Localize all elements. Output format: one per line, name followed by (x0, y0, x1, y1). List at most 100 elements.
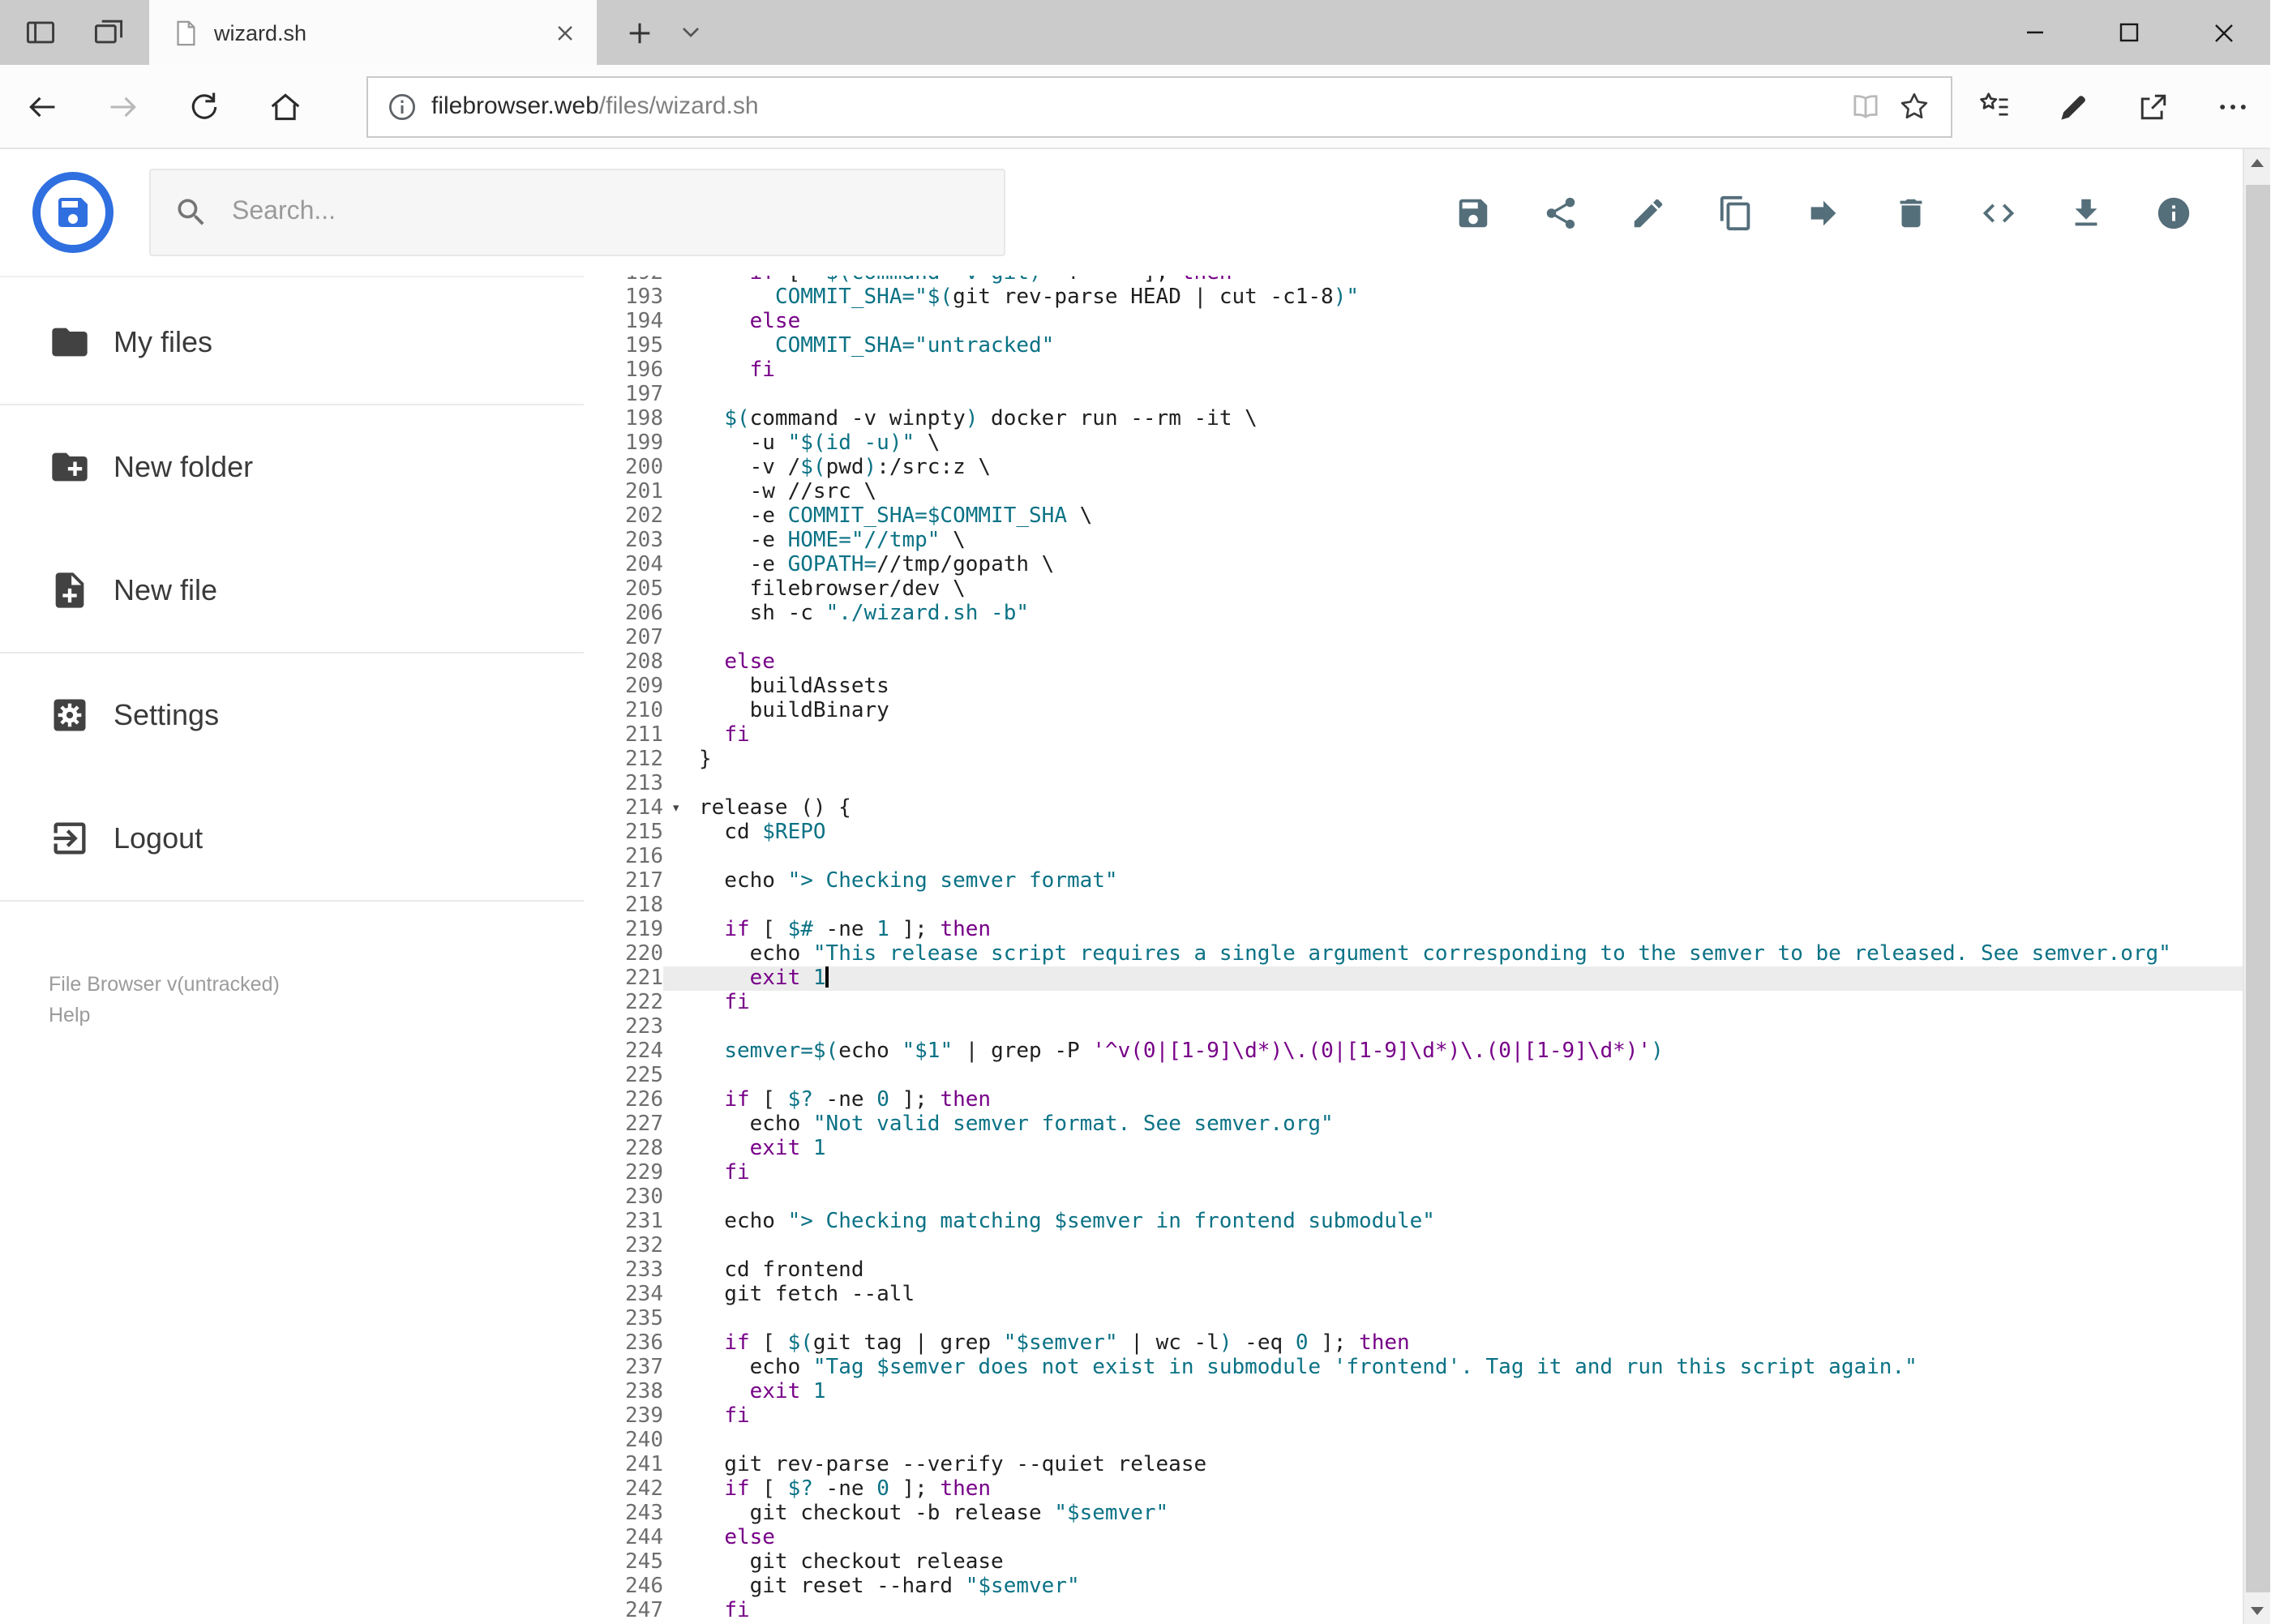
back-button[interactable] (23, 87, 62, 126)
code-line[interactable]: 224 semver=$(echo "$1" | grep -P '^v(0|[… (584, 1039, 2244, 1064)
scrollbar-down-button[interactable] (2244, 1597, 2270, 1624)
code-line[interactable]: 194 else (584, 310, 2244, 334)
code-line[interactable]: 243 git checkout -b release "$semver" (584, 1502, 2244, 1526)
code-line[interactable]: 195 COMMIT_SHA="untracked" (584, 334, 2244, 358)
code-line[interactable]: 213 (584, 772, 2244, 796)
code-line[interactable]: 236 if [ $(git tag | grep "$semver" | wc… (584, 1331, 2244, 1356)
code-line[interactable]: 242 if [ $? -ne 0 ]; then (584, 1477, 2244, 1502)
add-favorite-button[interactable] (1897, 89, 1931, 123)
code-line[interactable]: 215 cd $REPO (584, 821, 2244, 845)
move-button[interactable] (1805, 194, 1842, 231)
home-button[interactable] (266, 87, 305, 126)
code-line[interactable]: 247 fi (584, 1599, 2244, 1623)
code-line[interactable]: 230 (584, 1185, 2244, 1210)
share-button[interactable] (2136, 88, 2171, 124)
code-line[interactable]: 211 fi (584, 723, 2244, 748)
code-line[interactable]: 231 echo "> Checking matching $semver in… (584, 1210, 2244, 1234)
search-bar[interactable] (149, 169, 1005, 256)
help-link[interactable]: Help (49, 1001, 584, 1031)
code-line[interactable]: 223 (584, 1015, 2244, 1039)
code-line[interactable]: 208 else (584, 650, 2244, 675)
sidebar-item-new-file[interactable]: New file (0, 529, 584, 652)
window-minimize-button[interactable] (1988, 0, 2082, 65)
code-line[interactable]: 192 if [ "$(command -v git)" != "" ]; th… (584, 276, 2244, 285)
code-line[interactable]: 227 echo "Not valid semver format. See s… (584, 1112, 2244, 1137)
code-line[interactable]: 220 echo "This release script requires a… (584, 942, 2244, 966)
code-line[interactable]: 209 buildAssets (584, 675, 2244, 699)
sidebar-item-new-folder[interactable]: New folder (0, 405, 584, 529)
copy-button[interactable] (1717, 194, 1755, 231)
window-close-button[interactable] (2176, 0, 2270, 65)
site-info-icon[interactable] (388, 92, 417, 121)
download-button[interactable] (2067, 194, 2105, 231)
code-line[interactable]: 237 echo "Tag $semver does not exist in … (584, 1356, 2244, 1380)
settings-menu-button[interactable] (2215, 88, 2251, 124)
code-line[interactable]: 212} (584, 748, 2244, 772)
code-line[interactable]: 198 $(command -v winpty) docker run --rm… (584, 407, 2244, 431)
info-button[interactable] (2155, 194, 2192, 231)
code-line[interactable]: 206 sh -c "./wizard.sh -b" (584, 602, 2244, 626)
code-line[interactable]: 238 exit 1 (584, 1380, 2244, 1404)
sidebar-item-my-files[interactable]: My files (0, 281, 584, 404)
code-line[interactable]: 239 fi (584, 1404, 2244, 1429)
tab-close-button[interactable] (553, 20, 577, 45)
window-maximize-button[interactable] (2082, 0, 2176, 65)
browser-tab[interactable]: wizard.sh (149, 0, 597, 65)
sidebar-item-logout[interactable]: Logout (0, 777, 584, 900)
code-line[interactable]: 225 (584, 1064, 2244, 1088)
fold-arrow-icon[interactable]: ▾ (671, 796, 680, 821)
code-line[interactable]: 199 -u "$(id -u)" \ (584, 431, 2244, 456)
code-line[interactable]: 196 fi (584, 358, 2244, 383)
code-line[interactable]: 197 (584, 383, 2244, 407)
code-line[interactable]: 210 buildBinary (584, 699, 2244, 723)
code-line[interactable]: 240 (584, 1429, 2244, 1453)
code-line[interactable]: 207 (584, 626, 2244, 650)
share-file-button[interactable] (1542, 194, 1579, 231)
save-button[interactable] (1455, 194, 1492, 231)
code-line[interactable]: 222 fi (584, 991, 2244, 1015)
code-line[interactable]: 216 (584, 845, 2244, 869)
code-line[interactable]: 202 -e COMMIT_SHA=$COMMIT_SHA \ (584, 504, 2244, 529)
code-line[interactable]: 214 ▾ release () { (584, 796, 2244, 821)
delete-button[interactable] (1892, 194, 1930, 231)
scrollbar-up-button[interactable] (2244, 149, 2270, 177)
code-line[interactable]: 193 COMMIT_SHA="$(git rev-parse HEAD | c… (584, 285, 2244, 310)
code-line[interactable]: 221 exit 1 (584, 966, 2244, 991)
code-line[interactable]: 241 git rev-parse --verify --quiet relea… (584, 1453, 2244, 1477)
code-line[interactable]: 218 (584, 893, 2244, 918)
code-line[interactable]: 233 cd frontend (584, 1258, 2244, 1283)
tabs-preview-button[interactable] (91, 15, 126, 50)
code-line[interactable]: 226 if [ $? -ne 0 ]; then (584, 1088, 2244, 1112)
scrollbar-thumb[interactable] (2246, 185, 2270, 1592)
refresh-button[interactable] (185, 87, 224, 126)
code-line[interactable]: 232 (584, 1234, 2244, 1258)
tab-list-dropdown-button[interactable] (679, 23, 702, 42)
new-tab-button[interactable] (626, 19, 653, 46)
code-line[interactable]: 235 (584, 1307, 2244, 1331)
code-editor[interactable]: 192 if [ "$(command -v git)" != "" ]; th… (584, 276, 2244, 1624)
favorites-hub-button[interactable] (1977, 88, 2012, 124)
page-scrollbar[interactable] (2243, 149, 2270, 1624)
code-line[interactable]: 217 echo "> Checking semver format" (584, 869, 2244, 893)
code-line[interactable]: 246 git reset --hard "$semver" (584, 1575, 2244, 1599)
code-line[interactable]: 201 -w //src \ (584, 480, 2244, 504)
code-line[interactable]: 219 if [ $# -ne 1 ]; then (584, 918, 2244, 942)
search-input[interactable] (229, 196, 981, 229)
raw-code-button[interactable] (1980, 194, 2017, 231)
code-line[interactable]: 229 fi (584, 1161, 2244, 1185)
address-bar[interactable]: filebrowser.web/files/wizard.sh (366, 75, 1952, 137)
code-line[interactable]: 205 filebrowser/dev \ (584, 577, 2244, 602)
sidebar-item-settings[interactable]: Settings (0, 653, 584, 777)
code-line[interactable]: 228 exit 1 (584, 1137, 2244, 1161)
web-note-button[interactable] (2056, 88, 2092, 124)
code-line[interactable]: 245 git checkout release (584, 1550, 2244, 1575)
code-line[interactable]: 234 git fetch --all (584, 1283, 2244, 1307)
code-line[interactable]: 204 -e GOPATH=//tmp/gopath \ (584, 553, 2244, 577)
code-line[interactable]: 200 -v /$(pwd):/src:z \ (584, 456, 2244, 480)
code-line[interactable]: 203 -e HOME="//tmp" \ (584, 529, 2244, 553)
set-tabs-aside-button[interactable] (23, 15, 58, 50)
forward-button[interactable] (104, 87, 143, 126)
code-line[interactable]: 244 else (584, 1526, 2244, 1550)
reading-view-button[interactable] (1849, 89, 1883, 123)
filebrowser-logo[interactable] (32, 172, 114, 253)
